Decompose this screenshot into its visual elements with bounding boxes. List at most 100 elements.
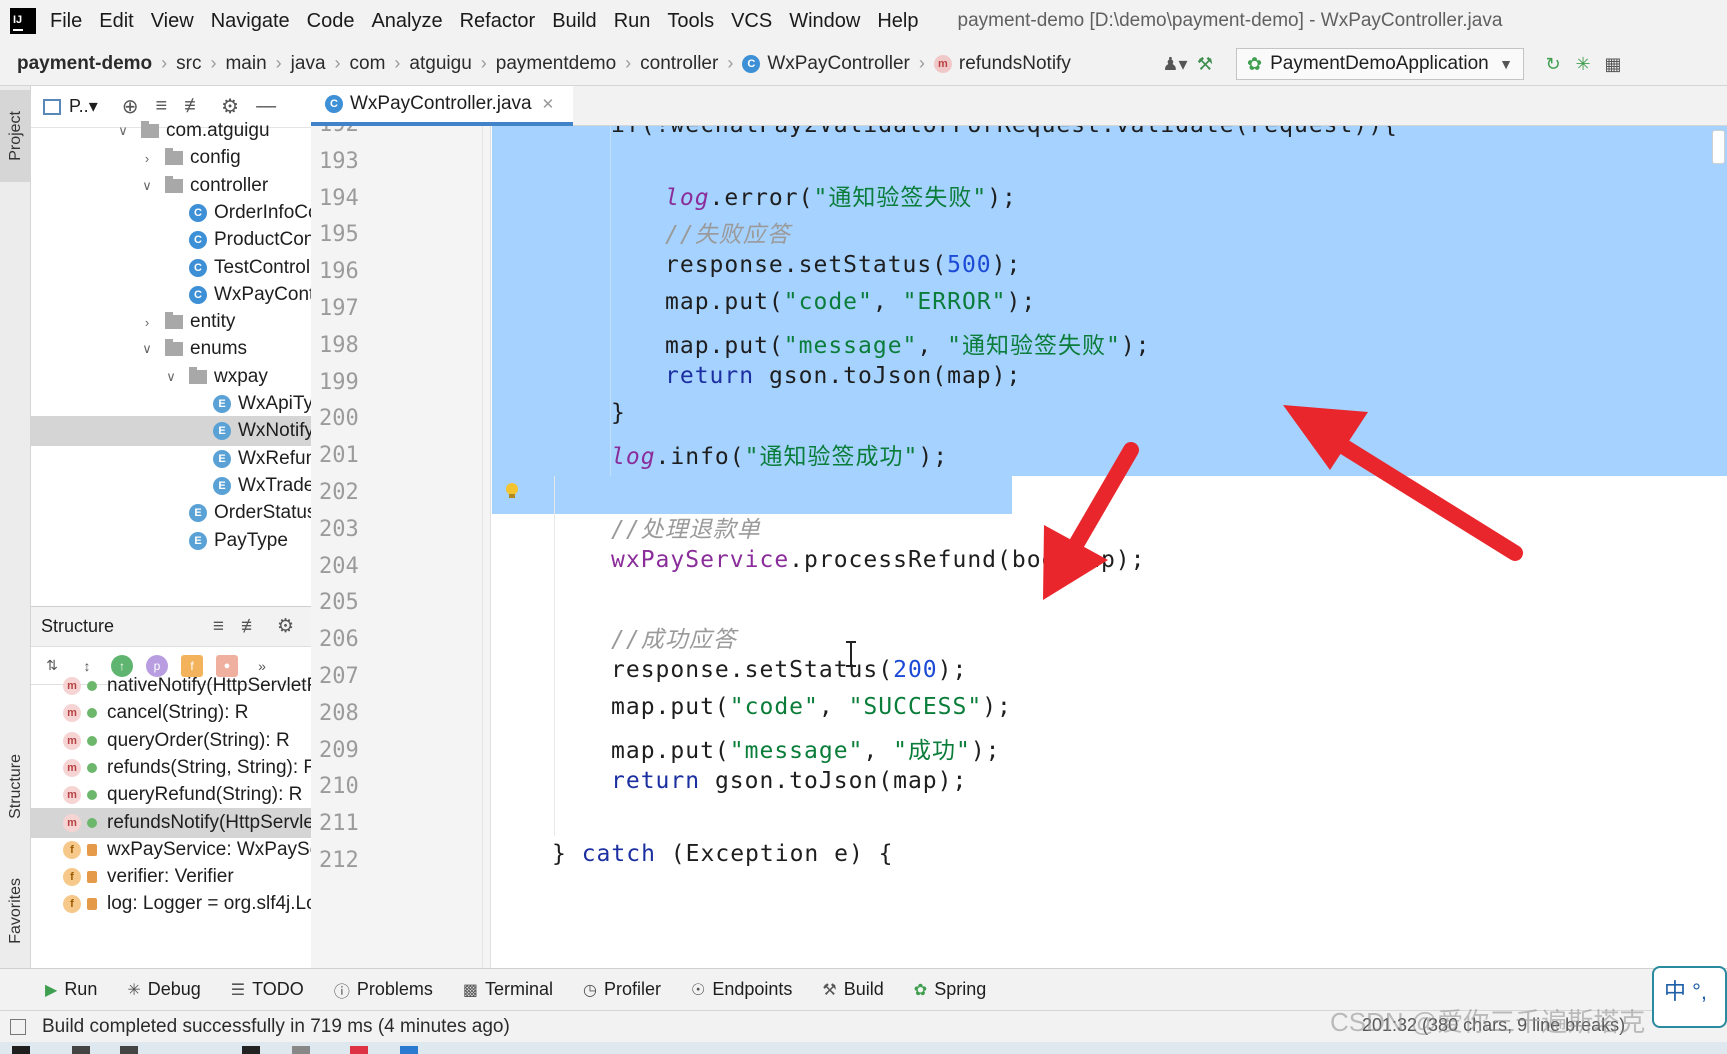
project-tree-item[interactable]: E WxApiType [31, 389, 311, 419]
line-number[interactable]: 207 [319, 664, 379, 689]
breadcrumb-paymentdemo[interactable]: paymentdemo [496, 53, 616, 75]
structure-item[interactable]: m cancel(String): R [31, 698, 311, 728]
structure-tool-tab[interactable]: Structure [0, 726, 31, 846]
project-tree-item[interactable]: C WxPayController [31, 280, 311, 310]
expand-all-icon[interactable]: ≡ [156, 95, 168, 118]
project-tree-item[interactable]: ∨ wxpay [31, 362, 311, 392]
editor-scroll-strip[interactable] [1712, 126, 1727, 968]
structure-item[interactable]: f log: Logger = org.slf4j.LoggerFactory [31, 889, 311, 919]
project-tree-item[interactable]: E PayType [31, 526, 311, 556]
scroll-marker[interactable] [1712, 130, 1725, 164]
breadcrumb-class[interactable]: C WxPayController [742, 53, 910, 75]
close-icon[interactable]: ✕ [542, 95, 555, 113]
intellij-taskbar-icon[interactable] [242, 1046, 260, 1054]
coverage-icon[interactable]: ▦ [1598, 49, 1628, 79]
user-account-icon[interactable]: ♟▾ [1160, 49, 1190, 79]
structure-item[interactable]: f wxPayService: WxPayService [31, 835, 311, 865]
structure-item[interactable]: m refundsNotify(HttpServletRequest, HttpS… [31, 807, 311, 838]
menu-refactor[interactable]: Refactor [460, 10, 536, 33]
favorites-tool-tab[interactable]: Favorites [0, 856, 31, 966]
tool-window-build[interactable]: ⚒ Build [822, 979, 883, 1000]
project-tree-item[interactable]: E WxTradeState [31, 471, 311, 501]
line-number[interactable]: 203 [319, 517, 379, 542]
line-number[interactable]: 197 [319, 296, 379, 321]
project-tool-tab[interactable]: Project [0, 90, 31, 182]
minimize-icon[interactable]: — [256, 95, 276, 118]
breadcrumb-src[interactable]: src [176, 53, 201, 75]
line-number[interactable]: 199 [319, 370, 379, 395]
chevron-right-icon[interactable]: › [139, 315, 155, 330]
line-number[interactable]: 192 [319, 126, 379, 137]
line-number[interactable]: 196 [319, 259, 379, 284]
build-hammer-icon[interactable]: ⚒ [1190, 49, 1220, 79]
menu-tools[interactable]: Tools [667, 10, 714, 33]
line-number[interactable]: 212 [319, 848, 379, 873]
tool-window-endpoints[interactable]: ☉ Endpoints [691, 979, 792, 1000]
breadcrumb-controller[interactable]: controller [640, 53, 718, 75]
run-config-select[interactable]: ✿ PaymentDemoApplication ▼ [1236, 48, 1524, 80]
project-tree-item[interactable]: ∨ controller [31, 171, 311, 201]
line-number[interactable]: 193 [319, 149, 379, 174]
project-tree-item[interactable]: C TestController [31, 253, 311, 283]
project-tree-item[interactable]: ∨ com.atguigu [31, 116, 311, 146]
menu-edit[interactable]: Edit [99, 10, 133, 33]
structure-item[interactable]: m queryRefund(String): R [31, 780, 311, 810]
chevron-down-icon[interactable]: ∨ [139, 341, 155, 357]
menu-window[interactable]: Window [789, 10, 860, 33]
project-tree-item[interactable]: › config [31, 143, 311, 173]
tool-window-todo[interactable]: ☰ TODO [231, 979, 304, 1000]
structure-item[interactable]: f verifier: Verifier [31, 862, 311, 892]
line-number[interactable]: 194 [319, 186, 379, 211]
project-tree-item[interactable]: E WxRefundStatus [31, 444, 311, 474]
line-number[interactable]: 210 [319, 774, 379, 799]
rerun-icon[interactable]: ↻ [1538, 49, 1568, 79]
line-number[interactable]: 208 [319, 701, 379, 726]
menu-analyze[interactable]: Analyze [371, 10, 442, 33]
menu-navigate[interactable]: Navigate [211, 10, 290, 33]
collapse-all-icon[interactable]: ≢ [241, 616, 260, 638]
structure-item[interactable]: m refunds(String, String): R [31, 753, 311, 783]
code-editor[interactable]: if(!wechatPay2ValidatorForRequest.valida… [492, 126, 1727, 968]
project-view-select[interactable]: P..▾ [69, 96, 98, 117]
project-tree-item[interactable]: E OrderStatus [31, 498, 311, 528]
project-tree-item[interactable]: C OrderInfoController [31, 198, 311, 228]
line-number[interactable]: 205 [319, 590, 379, 615]
intellij-logo-icon[interactable]: IJ [10, 8, 36, 34]
menu-code[interactable]: Code [307, 10, 355, 33]
line-number[interactable]: 200 [319, 406, 379, 431]
tool-window-debug[interactable]: ✳ Debug [127, 979, 200, 1000]
task-view-icon[interactable] [120, 1046, 138, 1054]
breadcrumb-project[interactable]: payment-demo [17, 53, 152, 75]
line-number[interactable]: 198 [319, 333, 379, 358]
line-number[interactable]: 209 [319, 738, 379, 763]
project-tree-item[interactable]: › entity [31, 307, 311, 337]
explorer-taskbar-icon[interactable] [292, 1046, 310, 1054]
project-tree-item[interactable]: C ProductController [31, 225, 311, 255]
chevron-right-icon[interactable]: › [139, 151, 155, 166]
tool-window-profiler[interactable]: ◷ Profiler [583, 979, 661, 1000]
line-number[interactable]: 201 [319, 443, 379, 468]
menu-view[interactable]: View [151, 10, 194, 33]
line-number[interactable]: 211 [319, 811, 379, 836]
breadcrumb-com[interactable]: com [350, 53, 386, 75]
gear-icon[interactable]: ⚙ [277, 615, 294, 638]
tool-window-problems[interactable]: ⓘ Problems [334, 978, 433, 1002]
expand-all-icon[interactable]: ≡ [213, 616, 224, 638]
line-number[interactable]: 204 [319, 554, 379, 579]
breadcrumb-atguigu[interactable]: atguigu [409, 53, 471, 75]
menu-build[interactable]: Build [552, 10, 596, 33]
debug-bug-icon[interactable]: ✳ [1568, 49, 1598, 79]
menu-help[interactable]: Help [877, 10, 918, 33]
line-number[interactable]: 195 [319, 222, 379, 247]
search-icon[interactable] [72, 1046, 90, 1054]
menu-run[interactable]: Run [614, 10, 651, 33]
vscode-taskbar-icon[interactable] [400, 1046, 418, 1054]
status-event-icon[interactable] [10, 1018, 26, 1035]
chrome-taskbar-icon[interactable] [350, 1046, 368, 1054]
ime-indicator[interactable]: 中 °, [1652, 966, 1727, 1028]
menu-file[interactable]: File [50, 10, 82, 33]
tool-window-run[interactable]: ▶ Run [45, 979, 97, 1000]
breadcrumb-java[interactable]: java [291, 53, 326, 75]
tool-window-spring[interactable]: ✿ Spring [914, 979, 986, 1000]
project-tree-item[interactable]: E WxNotifyType [31, 416, 311, 447]
